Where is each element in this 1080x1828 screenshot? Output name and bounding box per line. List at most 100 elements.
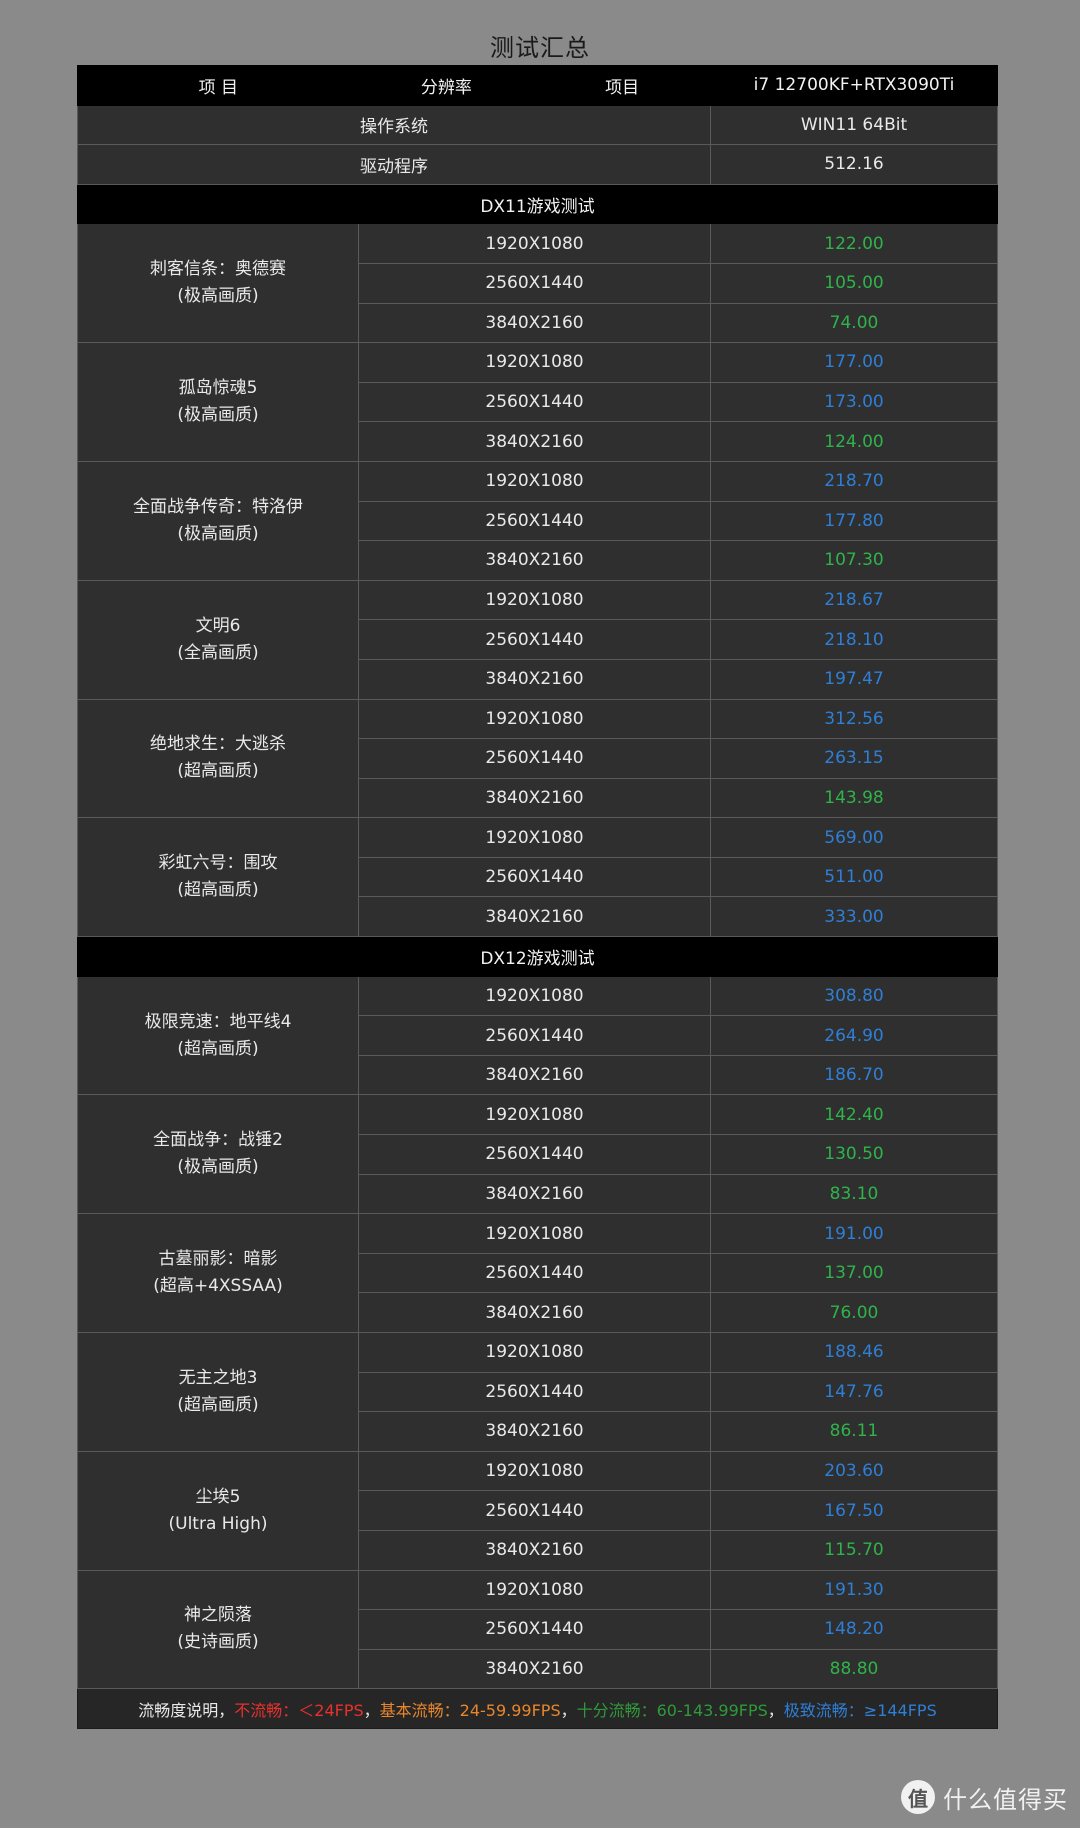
game-quality: (超高画质): [177, 880, 259, 901]
page-title: 测试汇总: [490, 34, 590, 62]
fps-cell: 124.00: [710, 421, 998, 462]
legend-cell: 流畅度说明，不流畅：＜24FPS，基本流畅：24-59.99FPS，十分流畅：6…: [77, 1688, 998, 1729]
resolution-cell: 1920X1080: [358, 1213, 711, 1254]
resolution-cell: 3840X2160: [358, 1648, 711, 1690]
fps-cell: 88.80: [710, 1648, 998, 1690]
result-row: 神之陨落 (史诗画质) 1920X1080 191.30: [77, 1569, 998, 1690]
game-quality: (极高画质): [177, 286, 259, 307]
resolution-cell: 2560X1440: [358, 381, 711, 423]
fps-cell: 186.70: [710, 1054, 998, 1096]
section-row: DX11游戏测试: [77, 183, 998, 225]
resolution-cell: 3840X2160: [358, 421, 711, 462]
header-row: 项 目 分辨率 项目 i7 12700KF+RTX3090Ti: [77, 65, 998, 106]
os-value: WIN11 64Bit: [710, 104, 998, 146]
result-row: 尘埃5 (Ultra High) 1920X1080 203.60: [77, 1450, 998, 1571]
os-row: 操作系统 WIN11 64Bit: [77, 104, 998, 146]
header-item2: 项目: [605, 77, 640, 98]
legend-extreme: 极致流畅：≥144FPS: [783, 1700, 937, 1720]
fps-cell: 218.70: [710, 460, 998, 502]
game-cell: 孤岛惊魂5 (极高画质): [77, 342, 359, 462]
game-name: 绝地求生：大逃杀: [150, 734, 286, 755]
game-cell: 刺客信条：奥德赛 (极高画质): [77, 223, 359, 344]
fps-cell: 177.00: [710, 342, 998, 383]
resolution-cell: 3840X2160: [358, 896, 711, 938]
resolution-cell: 3840X2160: [358, 540, 711, 581]
resolution-cell: 1920X1080: [358, 460, 711, 502]
section-row: DX12游戏测试: [77, 936, 998, 977]
fps-cell: 203.60: [710, 1450, 998, 1492]
game-name: 无主之地3: [178, 1367, 258, 1388]
section-title: DX12游戏测试: [77, 936, 998, 977]
legend-sep3: ，: [767, 1700, 784, 1720]
game-quality: (极高画质): [177, 405, 259, 426]
game-quality: (极高画质): [177, 523, 259, 544]
result-row: 彩虹六号：围攻 (超高画质) 1920X1080 569.00: [77, 817, 998, 938]
legend-basic: 基本流畅：24-59.99FPS: [379, 1700, 561, 1720]
legend-intro: 流畅度说明，: [138, 1700, 235, 1720]
resolution-cell: 3840X2160: [358, 1173, 711, 1215]
resolution-cell: 2560X1440: [358, 1609, 711, 1650]
header-resolution: 分辨率: [420, 77, 472, 98]
game-cell: 古墓丽影：暗影 (超高+4XSSAA): [77, 1213, 359, 1333]
game-cell: 全面战争：战锤2 (极高画质): [77, 1094, 359, 1215]
fps-cell: 76.00: [710, 1292, 998, 1333]
game-name: 全面战争传奇：特洛伊: [133, 496, 303, 517]
game-cell: 全面战争传奇：特洛伊 (极高画质): [77, 460, 359, 581]
result-row: 全面战争：战锤2 (极高画质) 1920X1080 142.40: [77, 1094, 998, 1215]
resolution-cell: 3840X2160: [358, 1292, 711, 1333]
fps-cell: 137.00: [710, 1252, 998, 1294]
game-name: 全面战争：战锤2: [153, 1130, 283, 1151]
game-cell: 无主之地3 (超高画质): [77, 1332, 359, 1452]
fps-cell: 312.56: [710, 698, 998, 740]
resolution-cell: 2560X1440: [358, 619, 711, 660]
resolution-cell: 1920X1080: [358, 1332, 711, 1373]
resolution-cell: 1920X1080: [358, 1094, 711, 1136]
fps-cell: 218.10: [710, 619, 998, 660]
fps-cell: 308.80: [710, 975, 998, 1017]
fps-cell: 264.90: [710, 1015, 998, 1056]
fps-cell: 148.20: [710, 1609, 998, 1650]
driver-label: 驱动程序: [77, 144, 711, 185]
resolution-cell: 2560X1440: [358, 738, 711, 779]
legend-sep1: ，: [363, 1700, 380, 1720]
fps-cell: 130.50: [710, 1134, 998, 1175]
driver-row: 驱动程序 512.16: [77, 144, 998, 185]
resolution-cell: 1920X1080: [358, 817, 711, 858]
resolution-cell: 2560X1440: [358, 500, 711, 542]
game-cell: 极限竞速：地平线4 (超高画质): [77, 975, 359, 1096]
game-quality: (超高+4XSSAA): [153, 1276, 283, 1297]
game-cell: 文明6 (全高画质): [77, 579, 359, 700]
resolution-cell: 2560X1440: [358, 1252, 711, 1294]
game-cell: 绝地求生：大逃杀 (超高画质): [77, 698, 359, 819]
fps-cell: 107.30: [710, 540, 998, 581]
resolution-cell: 3840X2160: [358, 777, 711, 819]
header-left-cell: 项 目 分辨率 项目: [77, 65, 711, 106]
fps-cell: 511.00: [710, 856, 998, 898]
result-row: 文明6 (全高画质) 1920X1080 218.67: [77, 579, 998, 700]
fps-cell: 218.67: [710, 579, 998, 621]
fps-cell: 122.00: [710, 223, 998, 264]
result-row: 古墓丽影：暗影 (超高+4XSSAA) 1920X1080 191.00: [77, 1213, 998, 1333]
fps-cell: 105.00: [710, 262, 998, 304]
game-quality: (超高画质): [177, 1394, 259, 1415]
fps-cell: 333.00: [710, 896, 998, 938]
resolution-cell: 2560X1440: [358, 1490, 711, 1531]
game-quality: (极高画质): [177, 1157, 259, 1178]
game-name: 极限竞速：地平线4: [144, 1011, 292, 1032]
fps-cell: 177.80: [710, 500, 998, 542]
resolution-cell: 3840X2160: [358, 302, 711, 344]
legend-sep2: ，: [560, 1700, 577, 1720]
game-cell: 彩虹六号：围攻 (超高画质): [77, 817, 359, 938]
game-name: 刺客信条：奥德赛: [150, 259, 286, 280]
fps-cell: 143.98: [710, 777, 998, 819]
fps-cell: 191.30: [710, 1569, 998, 1611]
resolution-cell: 1920X1080: [358, 223, 711, 264]
fps-cell: 197.47: [710, 658, 998, 700]
game-name: 神之陨落: [184, 1605, 252, 1626]
game-quality: (超高画质): [177, 1038, 259, 1059]
resolution-cell: 3840X2160: [358, 1529, 711, 1571]
fps-cell: 115.70: [710, 1529, 998, 1571]
resolution-cell: 3840X2160: [358, 658, 711, 700]
game-name: 古墓丽影：暗影: [158, 1249, 278, 1270]
watermark: 值 什么值得买: [901, 1774, 1068, 1820]
